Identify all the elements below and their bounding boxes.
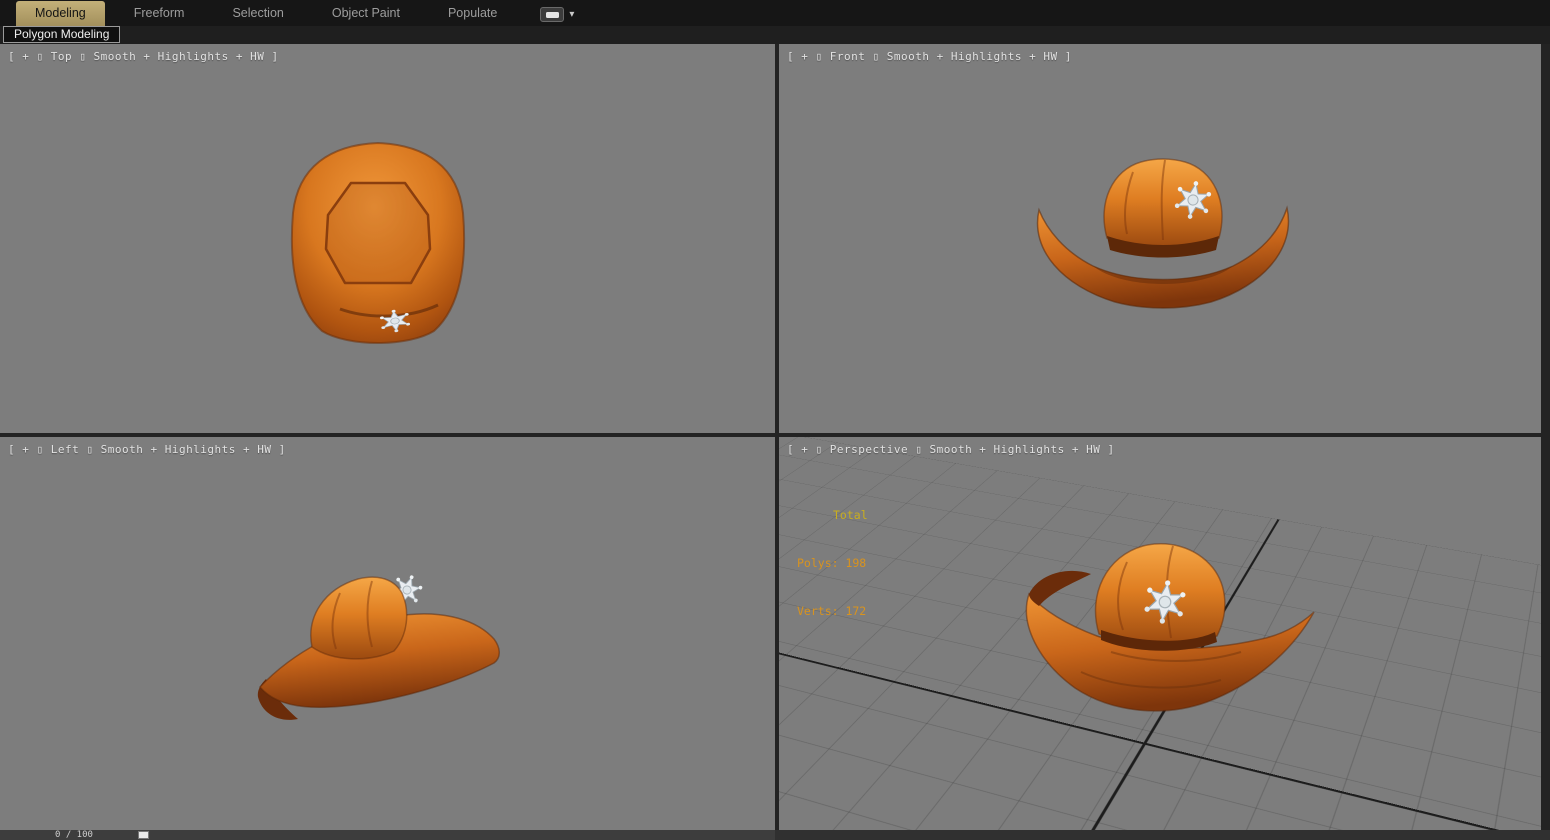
time-slider-handle[interactable] (138, 831, 149, 839)
hat-model-left-view[interactable] (250, 570, 510, 720)
hat-crown-crease (324, 181, 432, 285)
tab-freeform[interactable]: Freeform (115, 1, 204, 26)
stats-polys: Polys: 198 (797, 556, 867, 570)
ribbon-tab-bar: Modeling Freeform Selection Object Paint… (0, 0, 1550, 26)
viewport-top[interactable]: [ + ▯ Top ▯ Smooth + Highlights + HW ] (0, 44, 775, 433)
stats-total-label: Total (833, 508, 868, 522)
viewport-perspective-label[interactable]: [ + ▯ Perspective ▯ Smooth + Highlights … (787, 443, 1115, 456)
time-slider-track[interactable] (0, 830, 775, 840)
viewport-top-label[interactable]: [ + ▯ Top ▯ Smooth + Highlights + HW ] (8, 50, 279, 63)
time-slider-bar[interactable]: 0 / 100 (0, 830, 1550, 840)
tab-modeling[interactable]: Modeling (16, 1, 105, 26)
tab-populate[interactable]: Populate (429, 1, 516, 26)
polygon-modeling-panel-button[interactable]: Polygon Modeling (3, 26, 121, 43)
chevron-down-icon: ▾ (569, 9, 575, 20)
hat-model-front-view[interactable] (1031, 154, 1295, 324)
viewport-quad-area: [ + ▯ Top ▯ Smooth + Highlights + HW ] [… (0, 44, 1550, 830)
viewport-left-label[interactable]: [ + ▯ Left ▯ Smooth + Highlights + HW ] (8, 443, 286, 456)
viewport-front-label[interactable]: [ + ▯ Front ▯ Smooth + Highlights + HW ] (787, 50, 1072, 63)
3d-modeling-app-window: Modeling Freeform Selection Object Paint… (0, 0, 1550, 840)
frame-indicator: 0 / 100 (55, 830, 93, 840)
ribbon-display-icon (540, 7, 565, 22)
viewport-perspective[interactable]: [ + ▯ Perspective ▯ Smooth + Highlights … (779, 437, 1541, 830)
hat-crown (310, 576, 408, 660)
ribbon-panel-row: Polygon Modeling (0, 26, 1550, 44)
viewport-left[interactable]: [ + ▯ Left ▯ Smooth + Highlights + HW ] (0, 437, 775, 830)
hat-model-perspective-view[interactable] (1021, 532, 1321, 732)
viewport-statistics: Total Polys: 198 Verts: 172 (797, 475, 868, 651)
ribbon-options-button[interactable]: ▾ (540, 7, 574, 22)
tab-selection[interactable]: Selection (213, 1, 302, 26)
hat-brim-roll-underside (1029, 570, 1091, 606)
stats-verts: Verts: 172 (797, 604, 867, 618)
hat-model-top-view[interactable] (283, 136, 473, 350)
viewport-front[interactable]: [ + ▯ Front ▯ Smooth + Highlights + HW ] (779, 44, 1541, 433)
tab-object-paint[interactable]: Object Paint (313, 1, 419, 26)
